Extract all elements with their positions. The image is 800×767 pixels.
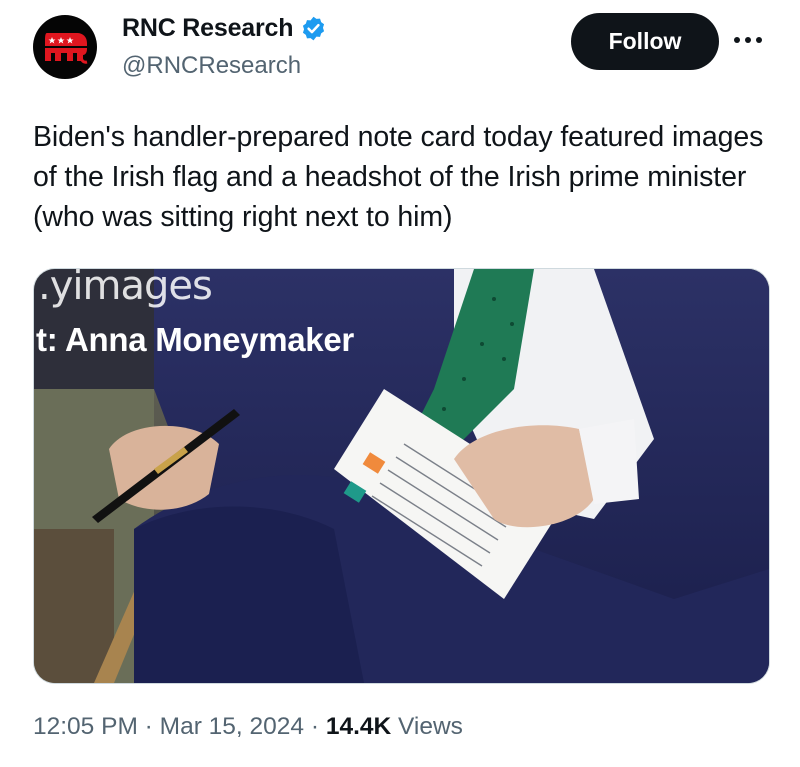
watermark-credit: t: Anna Moneymaker [36, 321, 354, 358]
timestamp-time[interactable]: 12:05 PM [33, 713, 138, 741]
avatar[interactable] [33, 15, 97, 79]
tweet-meta: 12:05 PM · Mar 15, 2024 · 14.4K Views [33, 713, 463, 741]
timestamp-date[interactable]: Mar 15, 2024 [160, 713, 304, 741]
meta-separator: · [137, 713, 160, 740]
more-options-button[interactable] [730, 28, 766, 52]
more-dots-icon [734, 37, 762, 43]
views-count[interactable]: 14.4K [326, 713, 391, 741]
tweet-photo[interactable]: .yimages t: Anna Moneymaker [33, 268, 770, 684]
follow-button[interactable]: Follow [571, 13, 719, 70]
watermark-getty: .yimages [38, 268, 213, 309]
views-label: Views [391, 713, 463, 740]
meta-separator: · [304, 713, 326, 740]
verified-badge-icon [303, 16, 325, 41]
gop-elephant-icon [45, 33, 88, 64]
display-name[interactable]: RNC Research [122, 14, 293, 43]
author-name-row[interactable]: RNC Research [122, 14, 327, 43]
tweet-text: Biden's handler-prepared note card today… [33, 121, 764, 233]
handle[interactable]: @RNCResearch [122, 52, 301, 80]
